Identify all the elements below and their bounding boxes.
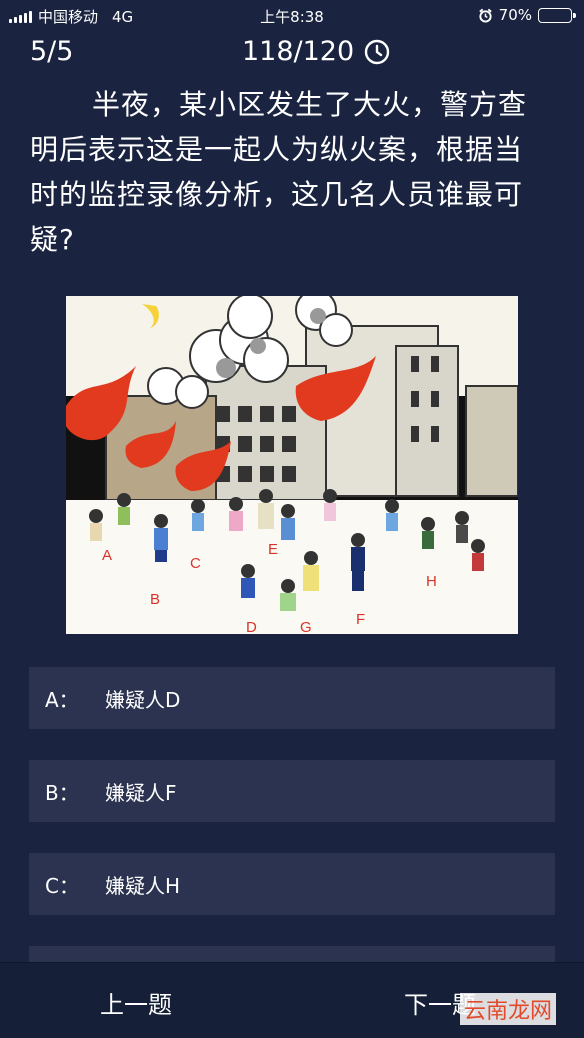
alarm-icon	[478, 8, 492, 23]
option-a-text: 嫌疑人D	[105, 687, 181, 712]
option-b-letter: B：	[45, 780, 79, 805]
figure-label-h: H	[426, 573, 437, 590]
figure-label-e: E	[268, 541, 278, 558]
figure-label-b: B	[150, 591, 160, 608]
figure-label-c: C	[190, 555, 201, 572]
question-progress: 5/5	[30, 36, 74, 67]
bottom-navigation: 上一题 下一题 云南龙网	[0, 962, 584, 1038]
question-text: 半夜，某小区发生了大火，警方查明后表示这是一起人为纵火案，根据当时的监控录像分析…	[30, 88, 528, 256]
figure-label-f: F	[356, 611, 365, 628]
prev-question-button[interactable]: 上一题	[100, 985, 172, 1020]
timer: 118/120	[242, 36, 390, 67]
option-a[interactable]: A： 嫌疑人D	[29, 667, 555, 729]
status-bar: 中国移动 4G 上午8:38 70%	[0, 0, 584, 30]
option-c-text: 嫌疑人H	[105, 873, 181, 898]
battery-icon	[538, 7, 576, 23]
fire-scene-illustration: A B C D E F G H	[66, 296, 518, 634]
figure-label-a: A	[102, 547, 112, 564]
option-b-text: 嫌疑人F	[105, 780, 177, 805]
timer-value: 118/120	[242, 36, 355, 67]
watermark: 云南龙网	[459, 993, 556, 1025]
option-c[interactable]: C： 嫌疑人H	[29, 853, 555, 915]
battery-percent: 70%	[498, 6, 532, 24]
question-illustration: A B C D E F G H	[66, 296, 518, 634]
option-a-letter: A：	[45, 687, 79, 712]
option-c-letter: C：	[45, 873, 79, 898]
figure-label-d: D	[246, 619, 257, 634]
option-d-partial[interactable]	[29, 946, 555, 962]
status-right: 70%	[478, 6, 576, 24]
clock-icon	[364, 39, 390, 64]
figure-label-g: G	[300, 619, 312, 634]
option-b[interactable]: B： 嫌疑人F	[29, 760, 555, 822]
